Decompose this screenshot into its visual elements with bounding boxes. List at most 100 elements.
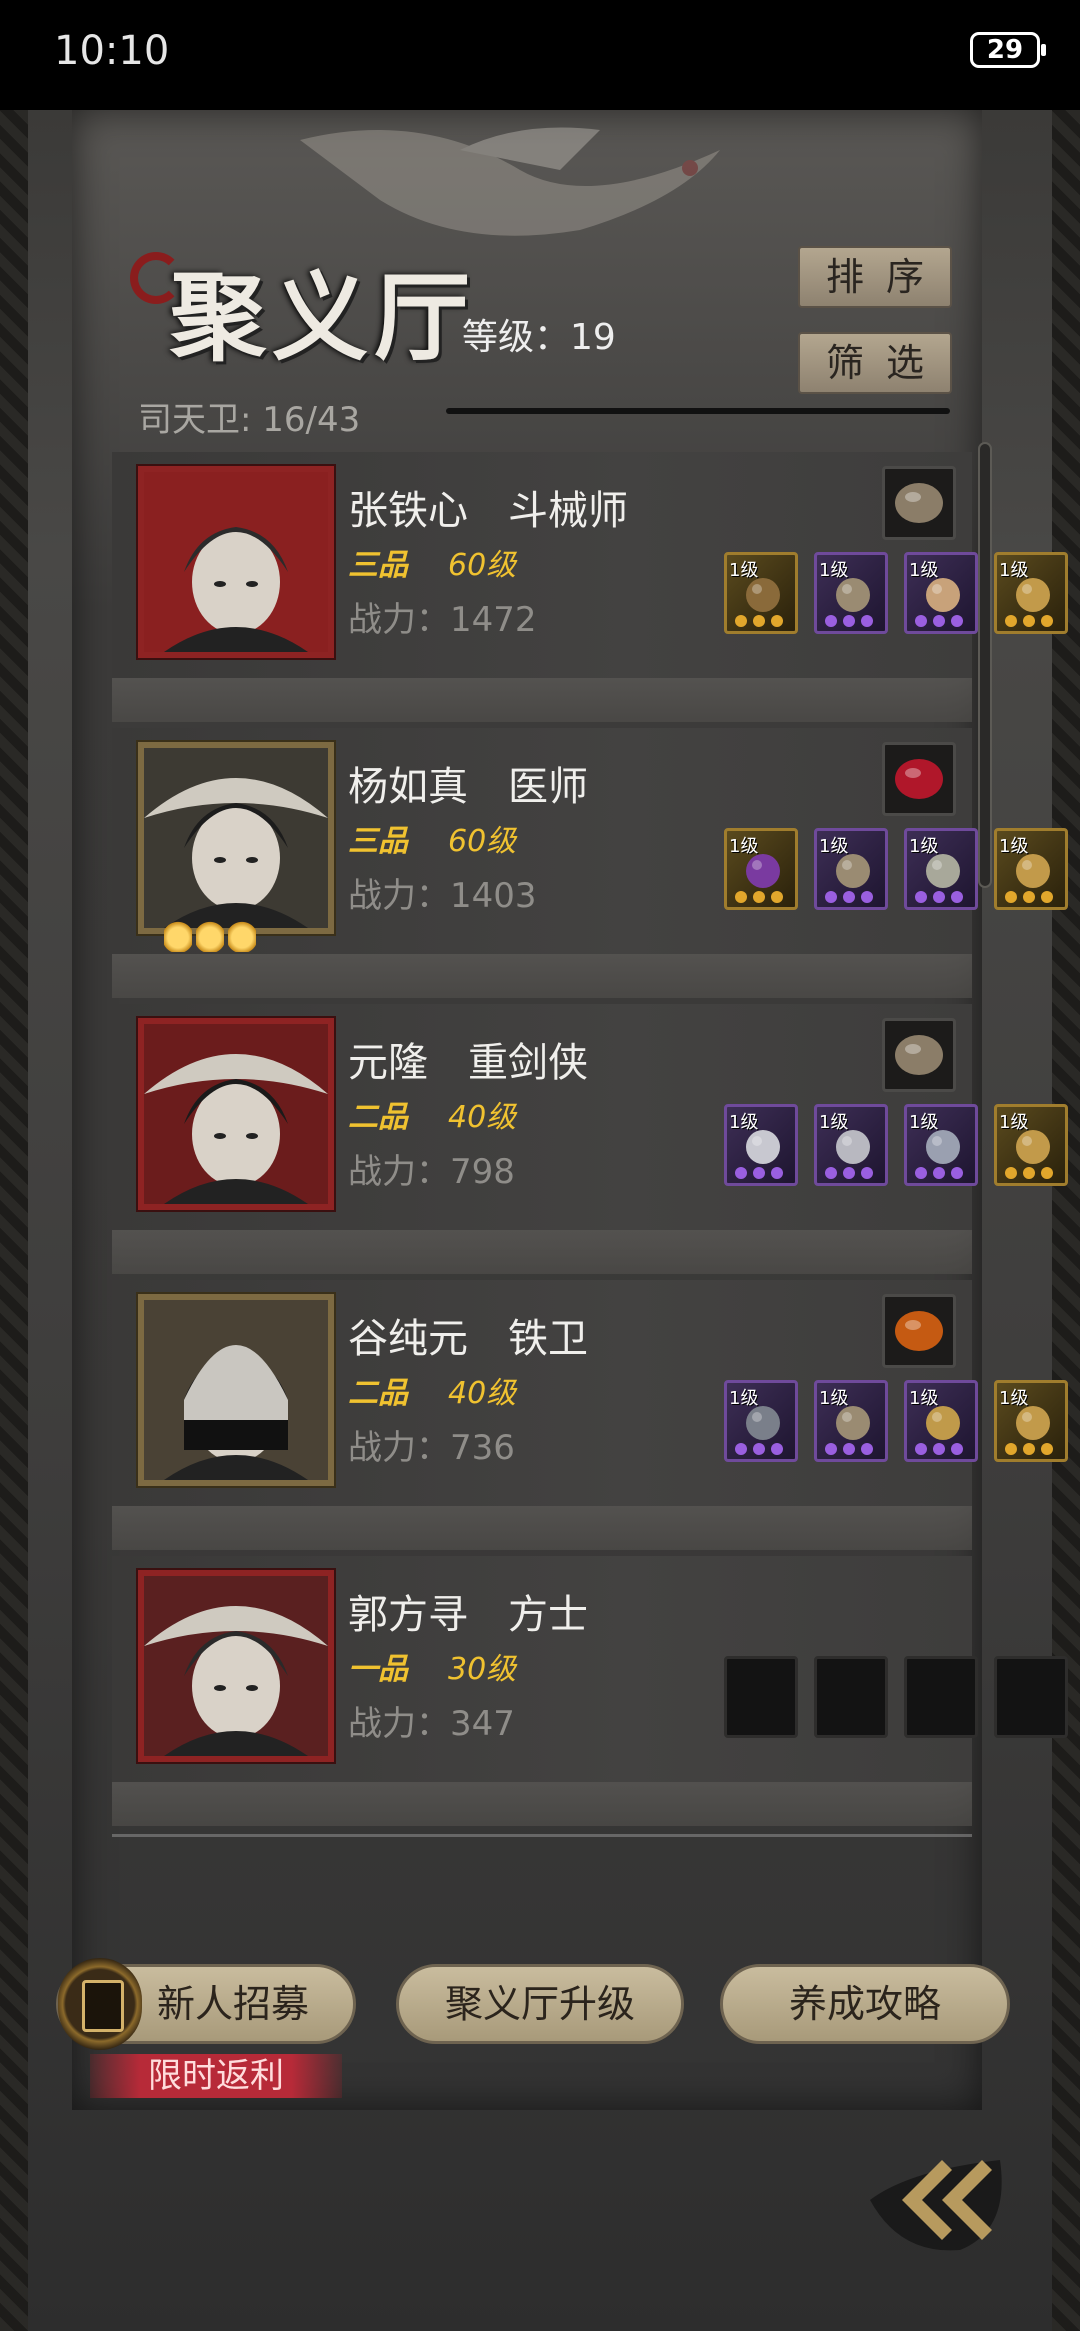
card-divider <box>112 1782 972 1826</box>
quality-dots <box>915 891 969 905</box>
quality-dots <box>735 891 789 905</box>
empty-equipment-slot[interactable] <box>994 1656 1068 1738</box>
quality-dot <box>1005 1443 1017 1455</box>
training-guide-button[interactable]: 养成攻略 <box>720 1964 1010 2044</box>
right-frame <box>1052 110 1080 2331</box>
crossbow-equipment-slot[interactable]: 1级 <box>724 552 798 634</box>
hero-name: 杨如真 医师 <box>348 764 588 810</box>
comb-accessory-icon[interactable] <box>882 466 956 540</box>
hero-card[interactable]: 元隆 重剑侠 二品 40级 战力：798 1级 1级 1级 1级 <box>112 1004 1068 1230</box>
hero-rank: 二品 <box>348 1100 408 1135</box>
hall-upgrade-button[interactable]: 聚义厅升级 <box>396 1964 684 2044</box>
quality-dot <box>861 891 873 903</box>
hero-level: 40级 <box>448 1376 517 1411</box>
equipment-level: 1级 <box>729 1388 759 1409</box>
hero-power: 战力：798 <box>348 1152 515 1192</box>
clock: 10:10 <box>54 28 170 74</box>
mace-equipment-slot[interactable]: 1级 <box>724 1380 798 1462</box>
claw-equipment-slot[interactable]: 1级 <box>904 552 978 634</box>
hero-portrait[interactable] <box>136 1568 336 1764</box>
gem-accessory-icon[interactable] <box>882 742 956 816</box>
hero-portrait[interactable] <box>136 740 336 936</box>
equipment-level: 1级 <box>729 836 759 857</box>
empty-equipment-slot[interactable] <box>904 1656 978 1738</box>
quality-dots <box>1005 1443 1059 1457</box>
sort-button[interactable]: 排序 <box>798 246 952 308</box>
hero-level: 40级 <box>448 1100 517 1135</box>
amber-accessory-icon[interactable] <box>882 1294 956 1368</box>
hero-name: 谷纯元 铁卫 <box>348 1316 588 1362</box>
robe-equipment-slot[interactable]: 1级 <box>814 1104 888 1186</box>
comb-accessory-icon[interactable] <box>882 1018 956 1092</box>
hero-rank: 三品 <box>348 548 408 583</box>
quality-dot <box>753 1167 765 1179</box>
ruyi-equipment-slot[interactable]: 1级 <box>904 1380 978 1462</box>
quality-dot <box>933 615 945 627</box>
hero-power: 战力：1403 <box>348 876 537 916</box>
quality-dot <box>861 615 873 627</box>
quality-dot <box>1041 1443 1053 1455</box>
filter-button[interactable]: 筛选 <box>798 332 952 394</box>
hero-card[interactable]: 谷纯元 铁卫 二品 40级 战力：736 1级 1级 1级 1级 <box>112 1280 1068 1506</box>
hero-portrait[interactable] <box>136 1016 336 1212</box>
pouch-equipment-slot[interactable]: 1级 <box>994 1380 1068 1462</box>
hero-portrait[interactable] <box>136 1292 336 1488</box>
quality-dot <box>915 1443 927 1455</box>
left-frame <box>0 110 28 2331</box>
card-divider <box>112 1230 972 1274</box>
hero-power: 战力：347 <box>348 1704 515 1744</box>
roster-scrollbar[interactable] <box>978 442 992 888</box>
star-rating <box>164 916 260 956</box>
quality-dot <box>825 891 837 903</box>
quality-dot <box>951 891 963 903</box>
quality-dot <box>933 1167 945 1179</box>
sword-equipment-slot[interactable]: 1级 <box>724 1104 798 1186</box>
quality-dot <box>861 1167 873 1179</box>
hero-card[interactable]: 杨如真 医师 三品 60级 战力：1403 1级 1级 1级 1级 <box>112 728 1068 956</box>
limited-rebate-badge[interactable]: 限时返利 <box>90 2054 342 2098</box>
quality-dots <box>825 615 879 629</box>
quality-dot <box>843 1167 855 1179</box>
quality-dot <box>735 891 747 903</box>
pouch-equipment-slot[interactable]: 1级 <box>994 552 1068 634</box>
quality-dots <box>915 1167 969 1181</box>
quality-dot <box>951 1167 963 1179</box>
hero-power: 战力：1472 <box>348 600 537 640</box>
equipment-level: 1级 <box>909 1388 939 1409</box>
equipment-level: 1级 <box>819 1112 849 1133</box>
quality-dot <box>825 1167 837 1179</box>
gourd-equipment-slot[interactable]: 1级 <box>724 828 798 910</box>
hero-level: 60级 <box>448 824 517 859</box>
hero-portrait[interactable] <box>136 464 336 660</box>
battery-icon: 29 <box>970 32 1046 68</box>
pouch-equipment-slot[interactable]: 1级 <box>994 1104 1068 1186</box>
quality-dot <box>1041 1167 1053 1179</box>
hero-name: 元隆 重剑侠 <box>348 1040 588 1086</box>
status-bar: 10:10 29 <box>0 0 1080 110</box>
armor-equipment-slot[interactable]: 1级 <box>814 552 888 634</box>
quality-dot <box>1023 615 1035 627</box>
quality-dots <box>825 1167 879 1181</box>
quality-dot <box>771 1443 783 1455</box>
hero-level: 30级 <box>448 1652 517 1687</box>
quality-dot <box>843 1443 855 1455</box>
armor-equipment-slot[interactable]: 1级 <box>814 828 888 910</box>
empty-equipment-slot[interactable] <box>814 1656 888 1738</box>
orb-equipment-slot[interactable]: 1级 <box>904 828 978 910</box>
back-arrows-icon[interactable] <box>850 2130 1020 2260</box>
quality-dot <box>825 1443 837 1455</box>
recruit-token-icon[interactable] <box>58 1958 142 2050</box>
title-divider <box>446 408 950 414</box>
hero-card[interactable]: 郭方寻 方士 一品 30级 战力：347 <box>112 1556 1068 1782</box>
flame-star-icon <box>196 916 224 952</box>
quality-dot <box>1005 891 1017 903</box>
quality-dot <box>1023 891 1035 903</box>
quality-dot <box>915 1167 927 1179</box>
card-divider <box>112 678 972 722</box>
armor-equipment-slot[interactable]: 1级 <box>814 1380 888 1462</box>
gauntlet-equipment-slot[interactable]: 1级 <box>904 1104 978 1186</box>
pouch-equipment-slot[interactable]: 1级 <box>994 828 1068 910</box>
empty-equipment-slot[interactable] <box>724 1656 798 1738</box>
hero-card[interactable]: 张铁心 斗械师 三品 60级 战力：1472 1级 1级 1级 1级 <box>112 452 1068 678</box>
quality-dot <box>915 615 927 627</box>
